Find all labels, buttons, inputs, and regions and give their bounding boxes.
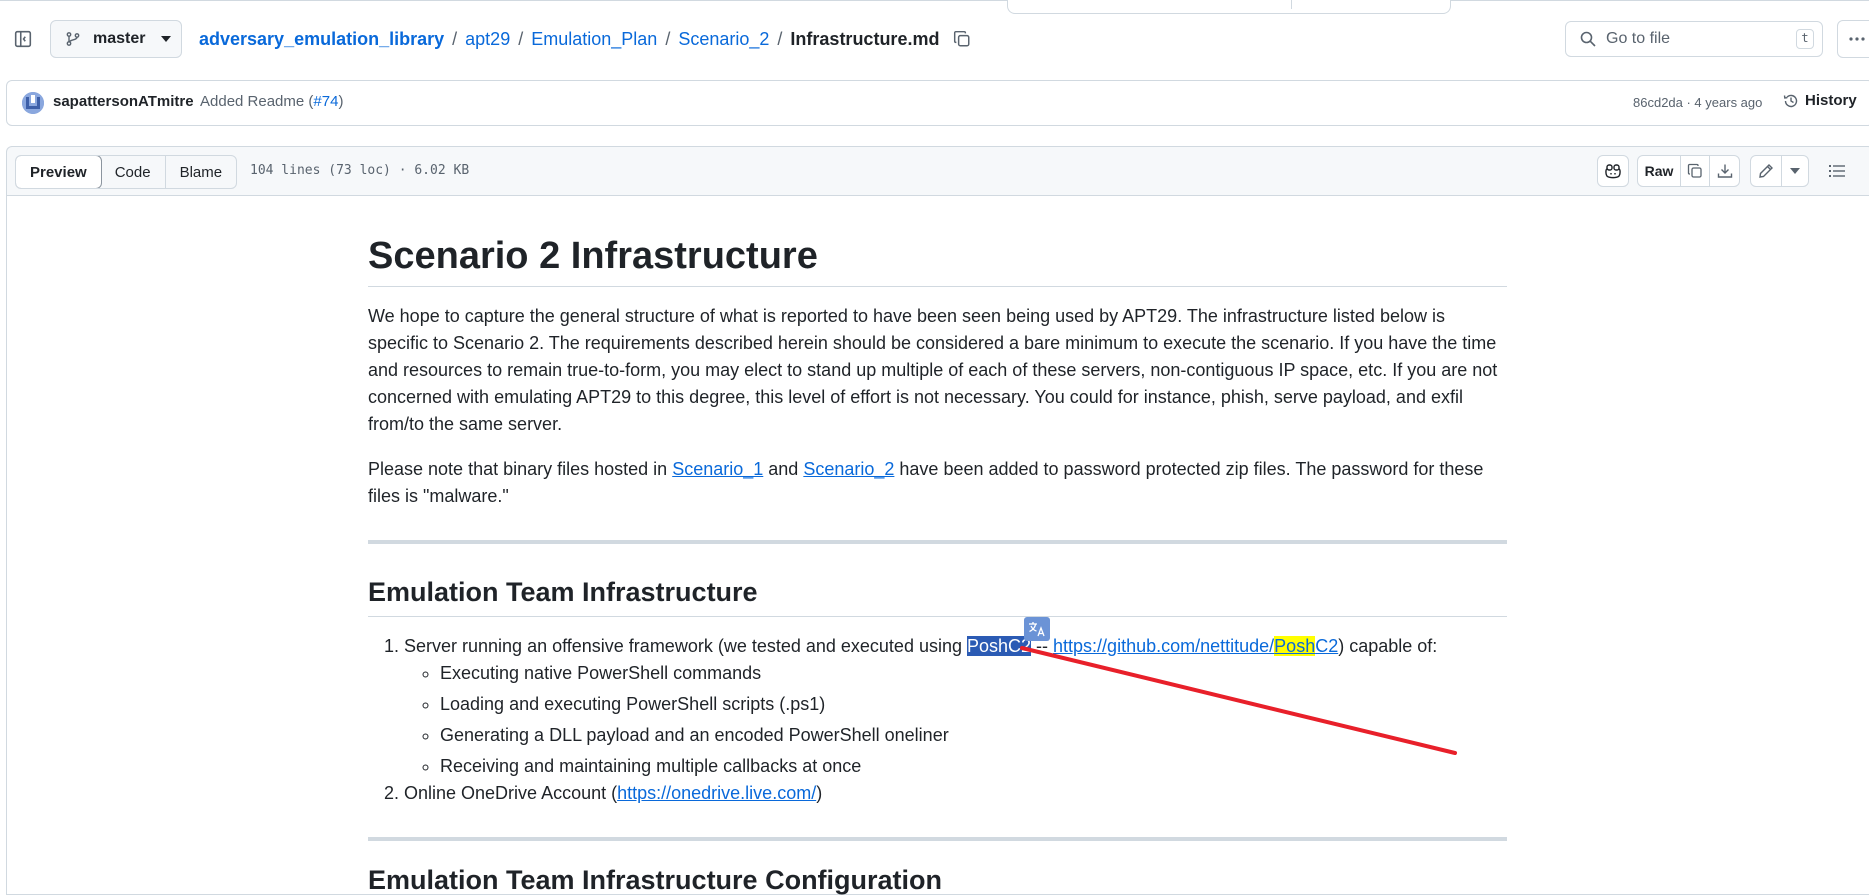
outline-button[interactable] xyxy=(1821,155,1853,187)
onedrive-link[interactable]: https://onedrive.live.com/ xyxy=(617,783,816,803)
breadcrumb-apt29[interactable]: apt29 xyxy=(465,29,510,50)
chevron-down-icon xyxy=(1790,168,1800,174)
view-mode-tabs: Preview Code Blame xyxy=(15,155,238,189)
list-item: Server running an offensive framework (w… xyxy=(404,633,1507,780)
list-item: Online OneDrive Account (https://onedriv… xyxy=(404,780,1507,807)
download-button[interactable] xyxy=(1709,155,1740,187)
go-to-file-input[interactable]: Go to file t xyxy=(1565,21,1823,57)
copilot-icon xyxy=(1605,164,1621,179)
tab-preview[interactable]: Preview xyxy=(16,156,102,188)
section-divider xyxy=(368,540,1507,544)
doc-title: Scenario 2 Infrastructure xyxy=(368,228,1507,287)
capabilities-list: Executing native PowerShell commands Loa… xyxy=(404,660,1507,780)
edit-dropdown-button[interactable] xyxy=(1781,155,1809,187)
download-icon xyxy=(1717,164,1732,178)
avatar[interactable] xyxy=(22,92,44,114)
commit-message[interactable]: Added Readme (#74) xyxy=(200,93,343,110)
pencil-icon xyxy=(1759,164,1773,178)
edit-button[interactable] xyxy=(1750,155,1782,187)
breadcrumb-scenario-2[interactable]: Scenario_2 xyxy=(678,29,769,50)
note-paragraph: Please note that binary files hosted in … xyxy=(368,459,1484,506)
branch-name: master xyxy=(93,30,146,47)
search-icon xyxy=(1580,31,1596,47)
copy-raw-button[interactable] xyxy=(1680,155,1710,187)
selected-text: PoshC2 xyxy=(966,636,1032,656)
list-item: Executing native PowerShell commands xyxy=(440,660,1507,687)
list-unordered-icon xyxy=(1829,165,1845,177)
branch-icon xyxy=(65,31,81,47)
file-toolbar: Preview Code Blame 104 lines (73 loc) · … xyxy=(6,146,1869,196)
raw-button[interactable]: Raw xyxy=(1637,155,1681,187)
breadcrumb-file: Infrastructure.md xyxy=(790,28,940,49)
more-options-button[interactable] xyxy=(1837,20,1869,58)
commit-meta[interactable]: 86cd2da · 4 years ago xyxy=(1633,95,1762,110)
section-divider xyxy=(368,837,1507,841)
scenario-1-link[interactable]: Scenario_1 xyxy=(672,459,763,479)
tab-blame[interactable]: Blame xyxy=(166,156,237,188)
breadcrumb: adversary_emulation_library / apt29 / Em… xyxy=(199,26,971,52)
intro-paragraph: We hope to capture the general structure… xyxy=(368,306,1498,434)
file-header: master adversary_emulation_library / apt… xyxy=(0,0,1869,80)
translate-icon[interactable] xyxy=(1024,617,1050,641)
commit-author[interactable]: sapattersonATmitre xyxy=(53,93,194,110)
history-button[interactable]: History xyxy=(1783,92,1857,109)
kebab-horizontal-icon xyxy=(1849,37,1865,41)
breadcrumb-repo[interactable]: adversary_emulation_library xyxy=(199,29,444,50)
markdown-body: Scenario 2 Infrastructure We hope to cap… xyxy=(368,228,1507,896)
list-item: Loading and executing PowerShell scripts… xyxy=(440,691,1507,718)
shortcut-hint: t xyxy=(1796,29,1814,49)
sidebar-toggle-icon[interactable] xyxy=(12,28,34,50)
copy-icon xyxy=(1687,163,1702,178)
chevron-down-icon xyxy=(161,36,172,42)
tab-code[interactable]: Code xyxy=(101,156,166,188)
file-info: 104 lines (73 loc) · 6.02 KB xyxy=(250,163,470,178)
poshc2-link[interactable]: https://github.com/nettitude/PoshC2 xyxy=(1053,636,1338,656)
branch-selector[interactable]: master xyxy=(50,20,182,58)
list-item: Generating a DLL payload and an encoded … xyxy=(440,722,1507,749)
history-icon xyxy=(1783,93,1799,109)
copilot-button[interactable] xyxy=(1597,155,1629,187)
next-section-heading: Emulation Team Infrastructure Configurat… xyxy=(368,865,943,895)
breadcrumb-emulation-plan[interactable]: Emulation_Plan xyxy=(531,29,657,50)
scenario-2-link[interactable]: Scenario_2 xyxy=(803,459,894,479)
list-item: Receiving and maintaining multiple callb… xyxy=(440,753,1507,780)
go-to-file-placeholder: Go to file xyxy=(1606,30,1671,47)
infrastructure-list: Server running an offensive framework (w… xyxy=(368,633,1507,807)
latest-commit-bar: sapattersonATmitre Added Readme (#74) 86… xyxy=(6,80,1869,126)
copy-path-icon[interactable] xyxy=(953,30,971,48)
section-heading: Emulation Team Infrastructure xyxy=(368,572,1507,617)
pr-link[interactable]: #74 xyxy=(313,93,338,110)
